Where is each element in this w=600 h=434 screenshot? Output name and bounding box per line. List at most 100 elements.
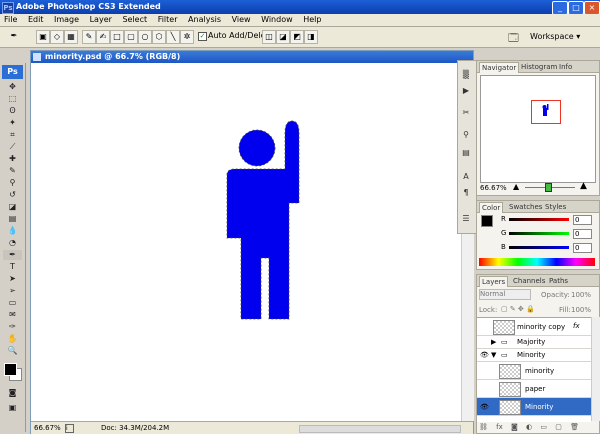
layer-effects-icon[interactable]: fx	[573, 322, 580, 330]
menu-window[interactable]: Window	[257, 14, 297, 26]
direct-selection-tool-icon[interactable]: ➢	[3, 286, 22, 296]
tab-navigator[interactable]: Navigator	[479, 62, 520, 73]
workspace-icon[interactable]: 🗔	[508, 31, 519, 48]
zoom-slider-handle[interactable]	[545, 183, 552, 192]
rounded-rectangle-icon[interactable]: ▢	[124, 30, 138, 44]
adjustment-layer-icon[interactable]: ◐	[526, 423, 532, 431]
intersect-path-icon[interactable]: ◩	[290, 30, 304, 44]
add-to-path-icon[interactable]: ◫	[262, 30, 276, 44]
notes-tool-icon[interactable]: ✉	[3, 310, 22, 320]
tab-color[interactable]: Color	[479, 202, 504, 213]
new-group-icon[interactable]: ▭	[540, 423, 547, 431]
dodge-tool-icon[interactable]: ◔	[3, 238, 22, 248]
history-panel-icon[interactable]: ☰	[459, 212, 473, 225]
tab-swatches[interactable]: Swatches	[507, 202, 544, 212]
red-slider[interactable]	[509, 218, 569, 221]
exclude-path-icon[interactable]: ◨	[304, 30, 318, 44]
lasso-tool-icon[interactable]: ʘ	[3, 106, 22, 116]
blur-tool-icon[interactable]: 💧	[3, 226, 22, 236]
workspace-menu[interactable]: Workspace ▾	[530, 32, 580, 41]
quick-mask-icon[interactable]: ◙	[3, 388, 22, 398]
foreground-color-swatch[interactable]	[4, 363, 17, 376]
zoom-in-icon[interactable]: ▲	[580, 181, 587, 191]
blue-value[interactable]: 0	[573, 243, 592, 253]
paragraph-panel-icon[interactable]: ¶	[459, 186, 473, 199]
rectangle-icon[interactable]: □	[110, 30, 124, 44]
group-name[interactable]: Majority	[517, 338, 545, 346]
add-style-icon[interactable]: fx	[496, 423, 503, 431]
layer-name[interactable]: Minority	[525, 403, 553, 411]
delete-layer-icon[interactable]: 🗑	[570, 423, 579, 431]
gradient-tool-icon[interactable]: ▤	[3, 214, 22, 224]
line-icon[interactable]: ╲	[166, 30, 180, 44]
opacity-value[interactable]: 100%	[571, 291, 591, 299]
zoom-tool-icon[interactable]: 🔍	[3, 346, 22, 356]
navigator-preview[interactable]	[480, 75, 596, 183]
menu-select[interactable]: Select	[118, 14, 151, 26]
eraser-tool-icon[interactable]: ◪	[3, 202, 22, 212]
menu-filter[interactable]: Filter	[154, 14, 182, 26]
slice-tool-icon[interactable]: ⟋	[3, 142, 22, 152]
layer-row[interactable]: minority copy fx	[477, 318, 591, 336]
visibility-eye-icon[interactable]: 👁	[480, 351, 489, 359]
color-swatches[interactable]	[4, 363, 22, 381]
layer-row-selected[interactable]: 👁 Minority	[477, 398, 591, 416]
foreground-color-chip[interactable]	[481, 215, 493, 227]
blend-mode-select[interactable]: Normal	[479, 289, 531, 300]
custom-shape-icon[interactable]: ✲	[180, 30, 194, 44]
polygon-icon[interactable]: ⬡	[152, 30, 166, 44]
clone-source-icon[interactable]: ⚲	[459, 128, 473, 141]
layer-name[interactable]: minority	[525, 367, 554, 375]
tab-histogram[interactable]: Histogram	[519, 62, 559, 72]
freeform-pen-icon[interactable]: ✍	[96, 30, 110, 44]
hand-tool-icon[interactable]: ✋	[3, 334, 22, 344]
menu-help[interactable]: Help	[299, 14, 325, 26]
auto-add-delete-checkbox[interactable]: ✓	[198, 32, 207, 41]
blue-slider[interactable]	[509, 246, 569, 249]
history-brush-tool-icon[interactable]: ↺	[3, 190, 22, 200]
path-selection-tool-icon[interactable]: ➤	[3, 274, 22, 284]
add-mask-icon[interactable]: ◙	[511, 423, 518, 431]
healing-brush-tool-icon[interactable]: ✚	[3, 154, 22, 164]
menu-layer[interactable]: Layer	[86, 14, 116, 26]
link-layers-icon[interactable]: ⛓	[479, 423, 488, 431]
layer-row[interactable]: minority	[477, 362, 591, 380]
subtract-path-icon[interactable]: ◪	[276, 30, 290, 44]
layers-scrollbar[interactable]	[591, 317, 600, 421]
tab-channels[interactable]: Channels	[511, 276, 547, 286]
layer-comps-icon[interactable]: ▤	[459, 146, 473, 159]
screen-mode-icon[interactable]: ▣	[3, 403, 22, 413]
visibility-eye-icon[interactable]: 👁	[480, 403, 489, 411]
canvas[interactable]	[31, 63, 461, 421]
tab-layers[interactable]: Layers	[479, 276, 509, 287]
tab-styles[interactable]: Styles	[543, 202, 568, 212]
zoom-out-icon[interactable]: ▲	[513, 182, 519, 191]
green-value[interactable]: 0	[573, 229, 592, 239]
pen-tool-preset-icon[interactable]: ✒	[8, 30, 20, 42]
layer-group-row[interactable]: 👁 ▼ ▭ Minority	[477, 349, 591, 362]
tab-paths[interactable]: Paths	[547, 276, 570, 286]
brush-tool-icon[interactable]: ✎	[3, 166, 22, 176]
menu-image[interactable]: Image	[50, 14, 83, 26]
zoom-level[interactable]: 66.67%	[34, 422, 61, 434]
menu-view[interactable]: View	[228, 14, 255, 26]
brushes-panel-icon[interactable]: ▒	[459, 68, 473, 81]
color-spectrum-bar[interactable]	[479, 258, 595, 266]
marquee-tool-icon[interactable]: ⬚	[3, 94, 22, 104]
menu-file[interactable]: File	[0, 14, 21, 26]
red-value[interactable]: 0	[573, 215, 592, 225]
expand-triangle-icon[interactable]: ▶	[491, 338, 496, 346]
maximize-button[interactable]: □	[568, 1, 584, 15]
menu-analysis[interactable]: Analysis	[184, 14, 225, 26]
pen-icon[interactable]: ✎	[82, 30, 96, 44]
layer-name[interactable]: minority copy	[517, 323, 565, 331]
tool-presets-icon[interactable]: ✂	[459, 106, 473, 119]
navigator-zoom[interactable]: 66.67%	[480, 184, 507, 192]
move-tool-icon[interactable]: ✥	[3, 82, 22, 92]
menu-edit[interactable]: Edit	[24, 14, 48, 26]
crop-tool-icon[interactable]: ⌗	[3, 130, 22, 140]
layer-name[interactable]: paper	[525, 385, 545, 393]
tab-info[interactable]: Info	[557, 62, 574, 72]
eyedropper-tool-icon[interactable]: ✑	[3, 322, 22, 332]
shape-tool-icon[interactable]: ▭	[3, 298, 22, 308]
